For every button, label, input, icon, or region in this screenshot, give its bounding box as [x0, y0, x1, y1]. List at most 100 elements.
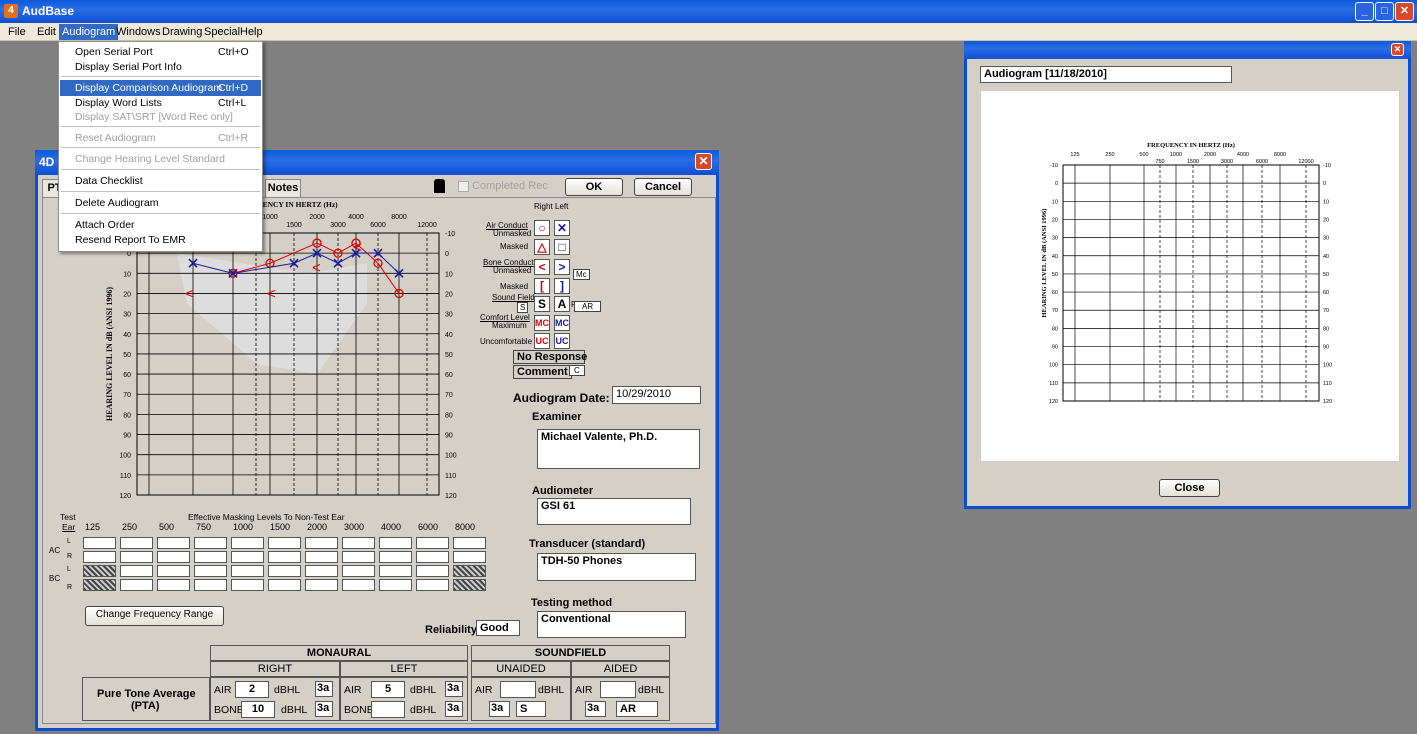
left-bone-unmasked-symbol[interactable]: > — [554, 259, 570, 275]
comment-c-box[interactable]: C — [569, 365, 585, 376]
aided-code[interactable]: 3a — [585, 701, 606, 717]
menu-item-open-serial-port[interactable]: Open Serial Port Ctrl+O — [60, 44, 261, 60]
masking-cell[interactable] — [453, 537, 486, 549]
masking-cell[interactable] — [268, 551, 301, 563]
menu-audiogram[interactable]: Audiogram — [59, 24, 119, 40]
change-frequency-range-button[interactable]: Change Frequency Range — [85, 606, 224, 626]
unaided-air-value[interactable] — [500, 681, 536, 698]
masking-cell[interactable] — [157, 551, 190, 563]
masking-cell[interactable] — [120, 579, 153, 591]
masking-cell[interactable] — [342, 551, 375, 563]
masking-cell[interactable] — [194, 537, 227, 549]
examiner-field[interactable]: Michael Valente, Ph.D. — [537, 429, 700, 469]
masking-cell[interactable] — [305, 537, 338, 549]
no-response-button[interactable]: No Response — [513, 350, 587, 364]
masking-cell[interactable] — [379, 579, 412, 591]
menu-item-reset-audiogram[interactable]: Reset Audiogram Ctrl+R — [60, 130, 261, 146]
menu-drawing[interactable]: Drawing — [162, 26, 202, 38]
right-bone-masked-symbol[interactable]: [ — [534, 278, 550, 294]
masking-cell[interactable] — [416, 551, 449, 563]
left-air-masked-symbol[interactable]: □ — [554, 239, 570, 255]
audiometer-field[interactable]: GSI 61 — [537, 498, 691, 525]
menu-help[interactable]: Help — [240, 26, 263, 38]
right-bone-value[interactable]: 10 — [241, 701, 275, 718]
sound-field-s-symbol[interactable]: S — [534, 296, 550, 312]
masking-cell[interactable] — [231, 551, 264, 563]
menu-item-attach-order[interactable]: Attach Order — [60, 217, 261, 233]
sound-field-ar-box[interactable]: AR — [574, 301, 602, 312]
left-bone-masked-symbol[interactable]: ] — [554, 278, 570, 294]
completed-checkbox[interactable] — [458, 181, 469, 192]
masking-cell[interactable] — [379, 537, 412, 549]
menu-item-data-checklist[interactable]: Data Checklist — [60, 173, 261, 189]
menu-item-display-sat-srt[interactable]: Display SAT\SRT [Word Rec only] — [60, 109, 261, 125]
masking-cell[interactable] — [83, 565, 116, 577]
unaided-code[interactable]: 3a — [489, 701, 510, 717]
masking-cell[interactable] — [342, 579, 375, 591]
menu-windows[interactable]: Windows — [116, 26, 161, 38]
right-air-unmasked-symbol[interactable]: ○ — [534, 220, 550, 236]
masking-cell[interactable] — [231, 537, 264, 549]
right-air-code[interactable]: 3a — [315, 681, 333, 697]
menu-item-delete-audiogram[interactable]: Delete Audiogram — [60, 195, 261, 211]
right-air-value[interactable]: 2 — [235, 681, 269, 698]
right-uc-symbol[interactable]: UC — [534, 333, 550, 349]
window-close-button[interactable]: ✕ — [695, 153, 712, 170]
transducer-field[interactable]: TDH-50 Phones — [537, 553, 696, 581]
masking-cell[interactable] — [416, 565, 449, 577]
menu-edit[interactable]: Edit — [37, 26, 56, 38]
menu-file[interactable]: File — [8, 26, 26, 38]
left-bone-code[interactable]: 3a — [445, 701, 463, 717]
left-uc-symbol[interactable]: UC — [554, 333, 570, 349]
masking-cell[interactable] — [342, 537, 375, 549]
masking-cell[interactable] — [83, 551, 116, 563]
masking-cell[interactable] — [268, 565, 301, 577]
masking-cell[interactable] — [120, 565, 153, 577]
masking-cell[interactable] — [305, 551, 338, 563]
right-air-masked-symbol[interactable]: △ — [534, 239, 550, 255]
masking-cell[interactable] — [453, 565, 486, 577]
right-bone-unmasked-symbol[interactable]: < — [534, 259, 550, 275]
masking-cell[interactable] — [157, 579, 190, 591]
maximize-button[interactable]: □ — [1375, 2, 1394, 21]
masking-cell[interactable] — [83, 537, 116, 549]
masking-cell[interactable] — [120, 551, 153, 563]
left-mc-symbol[interactable]: MC — [554, 315, 570, 331]
cancel-button[interactable]: Cancel — [634, 178, 692, 196]
masking-cell[interactable] — [416, 579, 449, 591]
menu-special[interactable]: Special — [204, 26, 240, 38]
comparison-chart[interactable]: -10 -10 0 0 10 10 20 20 30 30 40 40 50 50 60 60 70 70 80 80… — [1040, 137, 1350, 412]
masking-cell[interactable] — [231, 579, 264, 591]
left-air-code[interactable]: 3a — [445, 681, 463, 697]
masking-cell[interactable] — [379, 551, 412, 563]
aided-air-value[interactable] — [600, 681, 636, 698]
reliability-field[interactable]: Good — [476, 620, 520, 636]
close-button[interactable]: ✕ — [1395, 2, 1414, 21]
aided-ar-field[interactable]: AR — [616, 701, 658, 717]
masking-cell[interactable] — [453, 551, 486, 563]
masking-cell[interactable] — [194, 565, 227, 577]
mc-box[interactable]: Mc — [573, 269, 590, 280]
masking-cell[interactable] — [268, 537, 301, 549]
masking-cell[interactable] — [120, 537, 153, 549]
masking-cell[interactable] — [416, 537, 449, 549]
sound-field-s-box[interactable]: S — [517, 302, 529, 313]
menu-item-resend-report[interactable]: Resend Report To EMR — [60, 232, 261, 248]
left-bone-value[interactable] — [371, 701, 405, 718]
left-air-unmasked-symbol[interactable]: ✕ — [554, 220, 570, 236]
sound-field-a-symbol[interactable]: A — [554, 296, 570, 312]
comparison-close-button[interactable]: Close — [1159, 479, 1220, 497]
right-mc-symbol[interactable]: MC — [534, 315, 550, 331]
ok-button[interactable]: OK — [565, 178, 623, 196]
menu-item-display-comparison-audiogram[interactable]: Display Comparison Audiogram Ctrl+D — [60, 80, 261, 96]
menu-item-change-hearing-level-standard[interactable]: Change Hearing Level Standard — [60, 151, 261, 167]
masking-cell[interactable] — [231, 565, 264, 577]
masking-cell[interactable] — [157, 565, 190, 577]
masking-cell[interactable] — [157, 537, 190, 549]
masking-cell[interactable] — [268, 579, 301, 591]
comparison-close-icon[interactable]: ✕ — [1391, 43, 1404, 56]
masking-cell[interactable] — [83, 579, 116, 591]
masking-cell[interactable] — [305, 565, 338, 577]
masking-cell[interactable] — [194, 551, 227, 563]
masking-cell[interactable] — [342, 565, 375, 577]
